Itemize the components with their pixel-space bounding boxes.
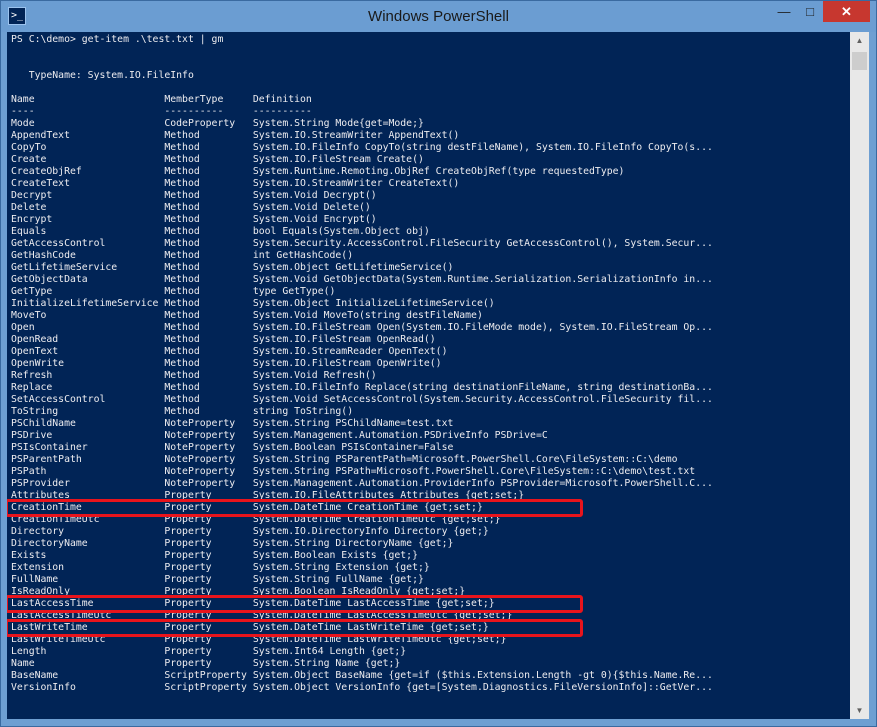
member-row: CopyTo Method System.IO.FileInfo CopyTo(… bbox=[11, 142, 713, 153]
member-row: Encrypt Method System.Void Encrypt() bbox=[11, 214, 377, 225]
scroll-thumb[interactable] bbox=[852, 52, 867, 70]
member-row: CreateObjRef Method System.Runtime.Remot… bbox=[11, 166, 625, 177]
member-row: Create Method System.IO.FileStream Creat… bbox=[11, 154, 424, 165]
member-row: OpenWrite Method System.IO.FileStream Op… bbox=[11, 358, 442, 369]
member-row: InitializeLifetimeService Method System.… bbox=[11, 298, 495, 309]
typename-line: TypeName: System.IO.FileInfo bbox=[11, 70, 194, 81]
member-row: BaseName ScriptProperty System.Object Ba… bbox=[11, 670, 713, 681]
member-row: CreateText Method System.IO.StreamWriter… bbox=[11, 178, 460, 189]
member-row: GetObjectData Method System.Void GetObje… bbox=[11, 274, 713, 285]
console-output[interactable]: PS C:\demo> get-item .\test.txt | gm Typ… bbox=[7, 32, 850, 719]
member-row: AppendText Method System.IO.StreamWriter… bbox=[11, 130, 460, 141]
powershell-window: >_ Windows PowerShell — □ ✕ PS C:\demo> … bbox=[0, 0, 877, 727]
member-row: ToString Method string ToString() bbox=[11, 406, 354, 417]
member-row: Delete Method System.Void Delete() bbox=[11, 202, 371, 213]
maximize-button[interactable]: □ bbox=[797, 1, 823, 22]
member-row: GetLifetimeService Method System.Object … bbox=[11, 262, 454, 273]
member-row: Equals Method bool Equals(System.Object … bbox=[11, 226, 430, 237]
close-button[interactable]: ✕ bbox=[823, 1, 870, 22]
member-row: SetAccessControl Method System.Void SetA… bbox=[11, 394, 713, 405]
member-row: VersionInfo ScriptProperty System.Object… bbox=[11, 682, 713, 693]
scroll-down-arrow-icon[interactable]: ▼ bbox=[850, 702, 869, 719]
member-row: PSIsContainer NoteProperty System.Boolea… bbox=[11, 442, 454, 453]
title-bar[interactable]: >_ Windows PowerShell — □ ✕ bbox=[1, 1, 876, 32]
highlight-lastaccesstime bbox=[7, 595, 583, 613]
scroll-up-arrow-icon[interactable]: ▲ bbox=[850, 32, 869, 49]
member-row: PSParentPath NoteProperty System.String … bbox=[11, 454, 678, 465]
member-row: PSChildName NoteProperty System.String P… bbox=[11, 418, 454, 429]
column-header: Name MemberType Definition bbox=[11, 94, 312, 105]
member-row: Open Method System.IO.FileStream Open(Sy… bbox=[11, 322, 713, 333]
member-row: GetType Method type GetType() bbox=[11, 286, 336, 297]
member-row: MoveTo Method System.Void MoveTo(string … bbox=[11, 310, 483, 321]
member-row: Refresh Method System.Void Refresh() bbox=[11, 370, 377, 381]
window-title: Windows PowerShell bbox=[368, 8, 509, 25]
member-row: Directory Property System.IO.DirectoryIn… bbox=[11, 526, 489, 537]
member-row: GetAccessControl Method System.Security.… bbox=[11, 238, 713, 249]
member-row: PSPath NoteProperty System.String PSPath… bbox=[11, 466, 696, 477]
highlight-creationtime bbox=[7, 499, 583, 517]
member-row: Name Property System.String Name {get;} bbox=[11, 658, 401, 669]
vertical-scrollbar[interactable]: ▲ ▼ bbox=[850, 32, 869, 719]
member-row: Replace Method System.IO.FileInfo Replac… bbox=[11, 382, 713, 393]
command-prompt-line: PS C:\demo> get-item .\test.txt | gm bbox=[11, 34, 224, 45]
member-row: GetHashCode Method int GetHashCode() bbox=[11, 250, 354, 261]
minimize-button[interactable]: — bbox=[771, 1, 797, 22]
member-row: DirectoryName Property System.String Dir… bbox=[11, 538, 454, 549]
member-row: Mode CodeProperty System.String Mode{get… bbox=[11, 118, 424, 129]
member-row: Exists Property System.Boolean Exists {g… bbox=[11, 550, 418, 561]
member-row: Decrypt Method System.Void Decrypt() bbox=[11, 190, 377, 201]
member-row: Extension Property System.String Extensi… bbox=[11, 562, 430, 573]
member-row: Length Property System.Int64 Length {get… bbox=[11, 646, 407, 657]
member-row: PSProvider NoteProperty System.Managemen… bbox=[11, 478, 713, 489]
member-row: FullName Property System.String FullName… bbox=[11, 574, 424, 585]
highlight-lastwritetime bbox=[7, 619, 583, 637]
member-row: OpenRead Method System.IO.FileStream Ope… bbox=[11, 334, 436, 345]
column-separator: ---- ---------- ---------- bbox=[11, 106, 312, 117]
member-row: PSDrive NoteProperty System.Management.A… bbox=[11, 430, 548, 441]
member-row: OpenText Method System.IO.StreamReader O… bbox=[11, 346, 448, 357]
